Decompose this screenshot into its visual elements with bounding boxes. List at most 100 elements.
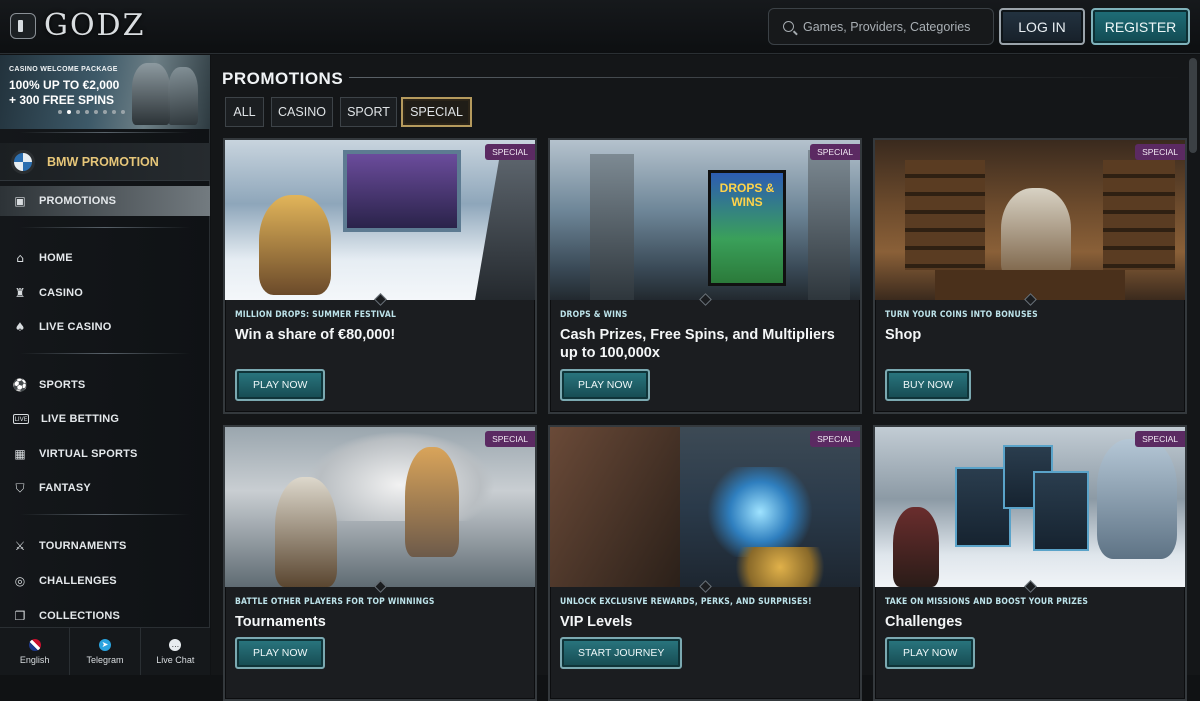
promo-card[interactable]: SPECIAL TAKE ON MISSIONS AND BOOST YOUR … [873, 425, 1187, 701]
sidebar-item-live-casino[interactable]: ♠ LIVE CASINO [0, 312, 210, 342]
start-journey-button[interactable]: START JOURNEY [560, 637, 683, 669]
virtual-sports-icon: ▦ [14, 447, 26, 461]
sidebar-toggle-icon[interactable] [10, 13, 36, 39]
live-betting-icon: LIVE [13, 414, 29, 424]
buy-now-button[interactable]: BUY NOW [885, 369, 971, 401]
tournaments-icon: ⚔ [14, 539, 26, 553]
uk-flag-icon [28, 638, 41, 651]
challenge-card-art [1033, 471, 1089, 551]
sidebar-item-sports[interactable]: ⚽ SPORTS [0, 370, 210, 400]
dwarf-shopkeeper-art [1001, 188, 1071, 278]
sidebar-item-promotions[interactable]: ▣ PROMOTIONS [0, 186, 210, 216]
play-now-button[interactable]: PLAY NOW [560, 369, 651, 401]
sidebar-item-casino[interactable]: ♜ CASINO [0, 278, 210, 308]
telegram-link[interactable]: ➤ Telegram [70, 628, 141, 675]
play-now-button[interactable]: PLAY NOW [235, 369, 326, 401]
sidebar-item-challenges[interactable]: ◎ CHALLENGES [0, 566, 210, 596]
sidebar-item-label: BMW PROMOTION [47, 154, 159, 169]
lightning-art [700, 467, 820, 557]
sidebar-item-label: PROMOTIONS [39, 195, 117, 207]
page-title: PROMOTIONS [222, 69, 344, 88]
special-badge: SPECIAL [810, 431, 860, 447]
banner-title: CASINO WELCOME PACKAGE [9, 66, 118, 73]
sidebar-item-home[interactable]: ⌂ HOME [0, 243, 210, 273]
promo-card[interactable]: SPECIAL MILLION DROPS: SUMMER FESTIVAL W… [223, 138, 537, 414]
sidebar-item-label: SPORTS [39, 379, 86, 391]
sidebar-item-label: COLLECTIONS [39, 610, 121, 622]
live-chat-button[interactable]: … Live Chat [140, 628, 210, 675]
pagination-dot[interactable] [121, 110, 125, 114]
sports-icon: ⚽ [12, 378, 28, 392]
play-now-button[interactable]: PLAY NOW [235, 637, 326, 669]
site-logo[interactable]: GODZ [44, 8, 145, 43]
card-subtitle: DROPS & WINS [560, 310, 628, 320]
search-box[interactable] [768, 8, 994, 45]
sidebar-item-label: FANTASY [39, 482, 91, 494]
banner-offer-line: + 300 FREE SPINS [9, 93, 115, 107]
pagination-dot[interactable] [76, 110, 80, 114]
title-divider [349, 77, 1185, 78]
sidebar-item-virtual-sports[interactable]: ▦ VIRTUAL SPORTS [0, 439, 210, 469]
scrollbar[interactable] [1189, 58, 1197, 672]
warrior-art [893, 507, 939, 587]
promo-card[interactable]: DROPS & WINS SPECIAL DROPS & WINS Cash P… [548, 138, 862, 414]
stone-pillar-art [590, 154, 634, 300]
pagination-dot[interactable] [67, 110, 71, 114]
gift-icon: ▣ [14, 194, 26, 208]
collections-icon: ❐ [14, 609, 26, 623]
sidebar-item-label: CHALLENGES [39, 575, 117, 587]
shop-shelves-art [905, 160, 985, 270]
home-icon: ⌂ [16, 251, 24, 265]
sidebar-item-bmw-promotion[interactable]: BMW PROMOTION [0, 143, 210, 181]
card-title: Win a share of €80,000! [235, 327, 396, 343]
promo-card-image [550, 427, 860, 587]
telegram-label: Telegram [86, 654, 124, 665]
pagination-dot[interactable] [85, 110, 89, 114]
search-input[interactable] [803, 19, 983, 34]
challenges-icon: ◎ [14, 574, 26, 588]
pagination-dot[interactable] [112, 110, 116, 114]
sidebar-item-live-betting[interactable]: LIVE LIVE BETTING [0, 404, 210, 434]
sidebar-item-fantasy[interactable]: ⛉ FANTASY [0, 473, 210, 503]
card-subtitle: BATTLE OTHER PLAYERS FOR TOP WINNINGS [235, 597, 435, 607]
filter-casino[interactable]: CASINO [271, 97, 333, 127]
special-badge: SPECIAL [1135, 431, 1185, 447]
slot-machine-art [343, 150, 461, 232]
card-subtitle: TURN YOUR COINS INTO BONUSES [885, 310, 1038, 320]
warrior-art [259, 195, 331, 295]
divider [20, 132, 190, 133]
filter-all[interactable]: ALL [225, 97, 264, 127]
pagination-dot[interactable] [103, 110, 107, 114]
top-bar: GODZ LOG IN REGISTER [0, 0, 1200, 54]
warrior-arm-art [550, 427, 680, 587]
register-button[interactable]: REGISTER [1091, 8, 1190, 45]
pagination-dot[interactable] [94, 110, 98, 114]
login-button[interactable]: LOG IN [999, 8, 1085, 45]
divider [20, 353, 190, 354]
welcome-banner[interactable]: CASINO WELCOME PACKAGE 100% UP TO €2,000… [0, 55, 210, 129]
promo-card-image [225, 427, 535, 587]
divider [20, 514, 190, 515]
play-now-button[interactable]: PLAY NOW [885, 637, 976, 669]
promo-card-image: DROPS & WINS [550, 140, 860, 300]
banner-warrior-figure [132, 63, 170, 125]
drops-wins-poster: DROPS & WINS [708, 170, 786, 286]
card-title: Tournaments [235, 614, 326, 630]
special-badge: SPECIAL [810, 144, 860, 160]
promo-card[interactable]: SPECIAL UNLOCK EXCLUSIVE REWARDS, PERKS,… [548, 425, 862, 701]
frost-giant-art [1097, 439, 1177, 559]
pagination-dot[interactable] [58, 110, 62, 114]
sidebar-item-label: CASINO [39, 287, 83, 299]
sidebar-item-tournaments[interactable]: ⚔ TOURNAMENTS [0, 531, 210, 561]
divider [20, 227, 190, 228]
filter-special[interactable]: SPECIAL [401, 97, 472, 127]
shop-shelves-art [1103, 160, 1175, 270]
language-label: English [19, 654, 50, 665]
filter-sport[interactable]: SPORT [340, 97, 397, 127]
sidebar-item-label: LIVE BETTING [41, 413, 120, 425]
scrollbar-thumb[interactable] [1189, 58, 1197, 153]
language-selector[interactable]: English [0, 628, 71, 675]
banner-pagination[interactable] [58, 110, 125, 114]
promo-card[interactable]: SPECIAL BATTLE OTHER PLAYERS FOR TOP WIN… [223, 425, 537, 701]
promo-card[interactable]: SPECIAL TURN YOUR COINS INTO BONUSES Sho… [873, 138, 1187, 414]
